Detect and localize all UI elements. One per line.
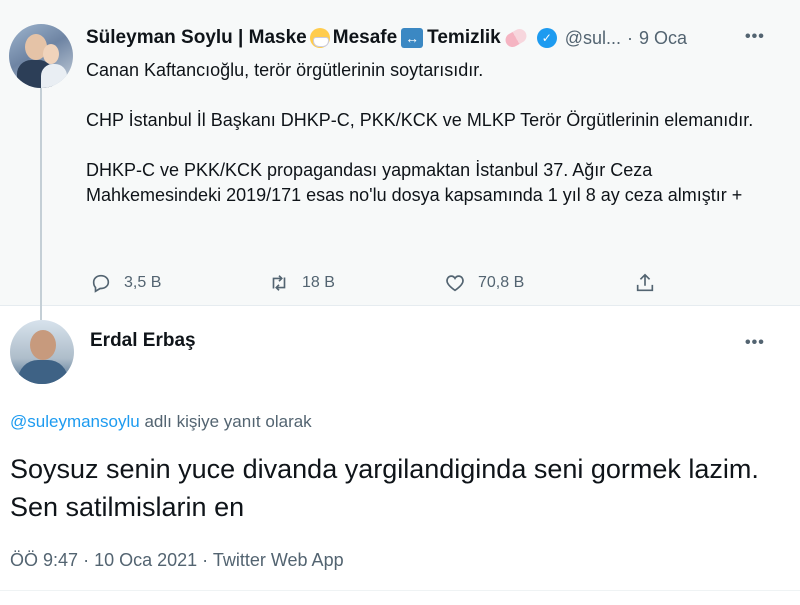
tweet-paragraph: DHKP-C ve PKK/KCK propagandası yapmaktan…	[86, 160, 743, 205]
meta-separator: ·	[202, 550, 209, 570]
reply-icon	[92, 274, 110, 293]
left-right-arrow-emoji-icon: ↔	[401, 28, 424, 48]
reply-more-icon[interactable]: •••	[745, 334, 765, 352]
reply-to-mention-link[interactable]: @suleymansoylu	[10, 412, 140, 431]
retweet-icon	[272, 275, 286, 291]
parent-author-name-part-3[interactable]: Temizlik	[427, 27, 501, 49]
like-count: 70,8 B	[478, 274, 525, 291]
reply-tweet-date[interactable]: 10 Oca 2021	[94, 550, 197, 570]
header-separator: ·	[627, 27, 634, 48]
mask-emoji-icon	[309, 28, 330, 48]
parent-author-handle[interactable]: @sul...	[565, 28, 621, 49]
meta-separator: ·	[83, 550, 90, 570]
retweet-count: 18 B	[302, 274, 335, 291]
heart-icon	[446, 275, 464, 292]
replying-to-line: @suleymansoylu adlı kişiye yanıt olarak	[10, 412, 312, 432]
reply-tweet-source[interactable]: Twitter Web App	[213, 550, 344, 570]
reply-count: 3,5 B	[124, 274, 162, 291]
reply-tweet-text: Soysuz senin yuce divanda yargilandigind…	[10, 454, 759, 522]
reply-author-avatar[interactable]	[10, 320, 74, 384]
verified-badge-icon: ✓	[536, 28, 557, 48]
share-icon	[636, 273, 654, 292]
parent-more-icon[interactable]: •••	[745, 28, 765, 46]
parent-author-avatar[interactable]	[9, 24, 73, 88]
reply-button[interactable]: 3,5 B	[90, 272, 161, 294]
retweet-button[interactable]: 18 B	[268, 272, 335, 294]
parent-tweet[interactable]: Süleyman Soylu | Maske Mesafe ↔ Temizlik…	[0, 0, 800, 320]
parent-author-header: Süleyman Soylu | Maske Mesafe ↔ Temizlik…	[86, 24, 687, 52]
parent-tweet-time[interactable]: 9 Oca	[639, 28, 687, 49]
thread-line	[40, 88, 42, 320]
reply-author-name[interactable]: Erdal Erbaş	[90, 330, 196, 352]
reply-to-label: adlı kişiye yanıt olarak	[144, 412, 312, 431]
parent-author-name[interactable]: Süleyman Soylu | Maske	[86, 27, 307, 49]
parent-tweet-text: Canan Kaftancıoğlu, terör örgütlerinin s…	[86, 58, 766, 208]
share-button[interactable]	[634, 272, 668, 294]
soap-emoji-icon	[502, 26, 529, 50]
divider	[0, 590, 800, 591]
reply-author-handle-redacted	[90, 362, 202, 376]
like-button[interactable]: 70,8 B	[444, 272, 524, 294]
reply-tweet-meta: ÖÖ 9:47 · 10 Oca 2021 · Twitter Web App	[10, 550, 344, 571]
parent-author-name-part-2[interactable]: Mesafe	[333, 27, 397, 49]
tweet-paragraph: CHP İstanbul İl Başkanı DHKP-C, PKK/KCK …	[86, 110, 754, 130]
parent-action-bar: 3,5 B 18 B 70,8 B	[86, 270, 686, 300]
reply-tweet-time[interactable]: ÖÖ 9:47	[10, 550, 78, 570]
tweet-paragraph: Canan Kaftancıoğlu, terör örgütlerinin s…	[86, 60, 484, 80]
